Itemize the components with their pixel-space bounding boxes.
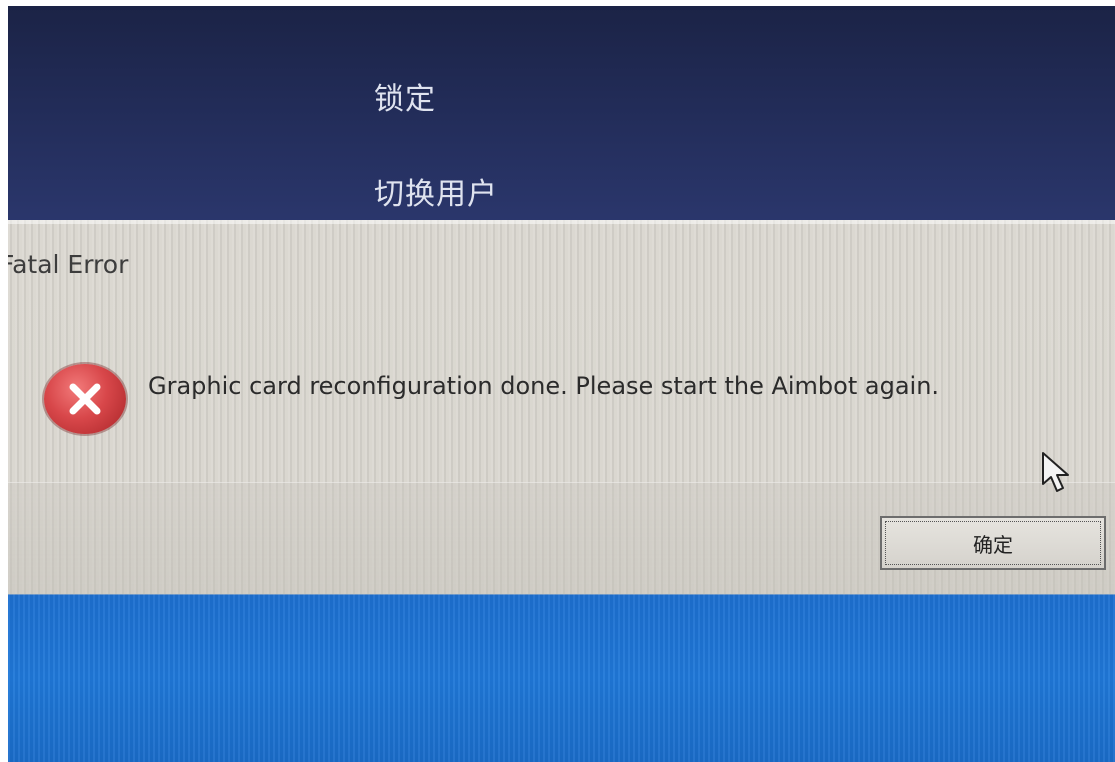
ok-button[interactable]: 确定 bbox=[880, 516, 1106, 570]
ok-button-label: 确定 bbox=[973, 532, 1013, 557]
menu-item-switch-user[interactable]: 切换用户 bbox=[374, 169, 498, 213]
menu-item-lock[interactable]: 锁定 bbox=[374, 74, 436, 118]
start-menu-background: 锁定 切换用户 bbox=[8, 6, 1115, 228]
desktop-background bbox=[8, 594, 1115, 762]
error-message: Graphic card reconfiguration done. Pleas… bbox=[148, 372, 940, 400]
dialog-title: Fatal Error bbox=[8, 250, 129, 279]
dialog-edge bbox=[8, 220, 1115, 224]
mouse-pointer-icon bbox=[1040, 450, 1076, 500]
screen-photo: 锁定 切换用户 Fatal Error Graphic card reconfi… bbox=[8, 6, 1115, 762]
error-dialog: Fatal Error Graphic card reconfiguration… bbox=[8, 220, 1115, 595]
error-icon bbox=[44, 364, 126, 434]
